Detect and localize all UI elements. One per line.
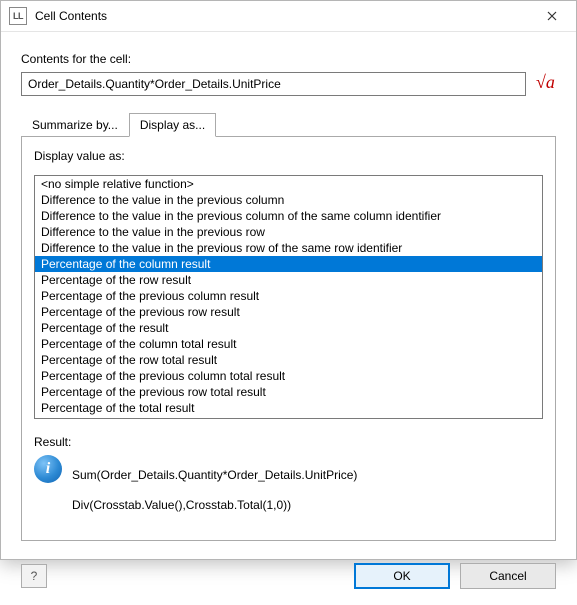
dialog-title: Cell Contents (35, 9, 530, 23)
tab-display-as[interactable]: Display as... (129, 113, 216, 137)
app-icon: LL (9, 7, 27, 25)
contents-label: Contents for the cell: (21, 52, 556, 66)
help-icon: ? (31, 569, 38, 583)
dialog-content: Contents for the cell: √a Summarize by..… (1, 32, 576, 553)
result-line-2: Div(Crosstab.Value(),Crosstab.Total(1,0)… (72, 498, 357, 513)
display-as-panel: Display value as: <no simple relative fu… (21, 137, 556, 541)
display-option-item[interactable]: Percentage of the total result (35, 400, 542, 416)
close-button[interactable] (530, 1, 574, 31)
display-option-item[interactable]: <no simple relative function> (35, 176, 542, 192)
result-section: Result: i Sum(Order_Details.Quantity*Ord… (34, 429, 543, 528)
tabstrip: Summarize by... Display as... (21, 112, 556, 137)
display-option-item[interactable]: Percentage of the row total result (35, 352, 542, 368)
display-options-list[interactable]: <no simple relative function>Difference … (34, 175, 543, 419)
expression-input[interactable] (21, 72, 526, 96)
expression-row: √a (21, 72, 556, 96)
display-option-item[interactable]: Percentage of the previous row total res… (35, 384, 542, 400)
result-label: Result: (34, 435, 543, 449)
formula-editor-icon[interactable]: √a (536, 72, 556, 96)
close-icon (547, 11, 557, 21)
display-option-item[interactable]: Difference to the value in the previous … (35, 224, 542, 240)
titlebar: LL Cell Contents (1, 1, 576, 32)
display-option-item[interactable]: Percentage of the previous column total … (35, 368, 542, 384)
display-option-item[interactable]: Percentage of the row result (35, 272, 542, 288)
display-option-item[interactable]: Percentage of the result (35, 320, 542, 336)
display-option-item[interactable]: Difference to the value in the previous … (35, 208, 542, 224)
info-icon: i (34, 455, 62, 483)
dialog-window: LL Cell Contents Contents for the cell: … (0, 0, 577, 560)
help-button[interactable]: ? (21, 564, 47, 588)
button-bar: ? OK Cancel (1, 553, 576, 605)
result-line-1: Sum(Order_Details.Quantity*Order_Details… (72, 468, 357, 483)
display-option-item[interactable]: Percentage of the previous column result (35, 288, 542, 304)
display-option-item[interactable]: Difference to the value in the previous … (35, 192, 542, 208)
display-option-item[interactable]: Percentage of the column result (35, 256, 542, 272)
result-text: Sum(Order_Details.Quantity*Order_Details… (72, 453, 357, 528)
tab-summarize-by[interactable]: Summarize by... (21, 113, 129, 137)
ok-button[interactable]: OK (354, 563, 450, 589)
cancel-button[interactable]: Cancel (460, 563, 556, 589)
display-option-item[interactable]: Percentage of the previous row result (35, 304, 542, 320)
result-row: i Sum(Order_Details.Quantity*Order_Detai… (34, 453, 543, 528)
display-option-item[interactable]: Percentage of the column total result (35, 336, 542, 352)
display-option-item[interactable]: Difference to the value in the previous … (35, 240, 542, 256)
display-value-as-label: Display value as: (34, 149, 543, 163)
